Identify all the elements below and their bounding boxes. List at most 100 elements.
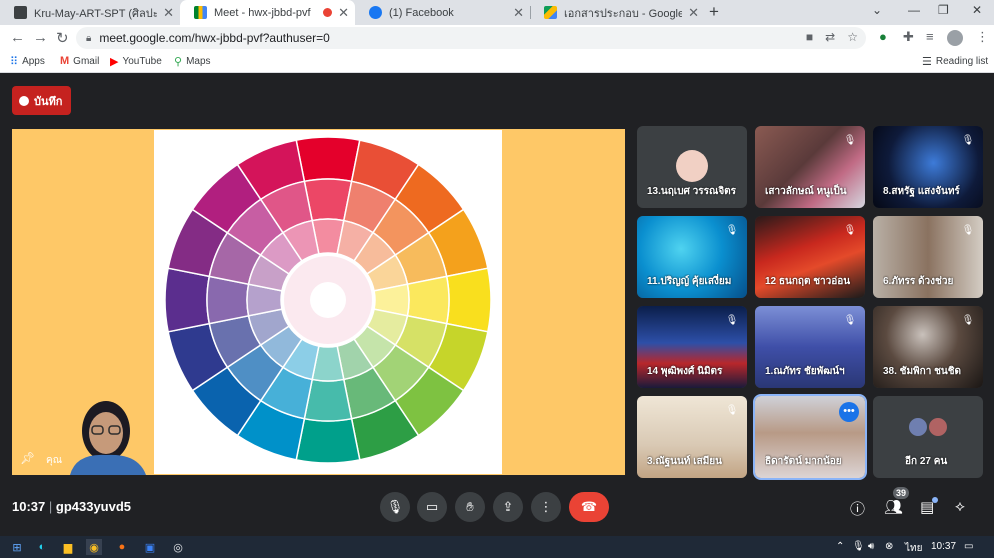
back-icon[interactable]: ← xyxy=(10,29,25,46)
close-icon[interactable]: ✕ xyxy=(338,5,349,21)
obs-icon[interactable]: ◎ xyxy=(170,539,186,555)
file-explorer-icon[interactable]: ▆ xyxy=(60,539,76,555)
tab-kru-may[interactable]: Kru-May-ART-SPT (ศิลปะ-ทัศนศิลป์ ✕ xyxy=(0,0,180,25)
tab-title: เอกสารประกอบ - Google ไดรฟ์ xyxy=(564,7,683,20)
extension-icon[interactable]: ● xyxy=(879,29,887,44)
participant-tile[interactable]: 🎙︎ 1.ณภัทร ชัยพัฒน์ฯ xyxy=(755,306,865,388)
participant-tile[interactable]: 🎙︎ 6.ภัทรร ด้วงช่วย xyxy=(873,216,983,298)
close-icon[interactable]: ✕ xyxy=(163,5,174,21)
present-icon: ⇪ xyxy=(502,499,514,514)
restore-icon[interactable]: ❐ xyxy=(938,3,949,17)
participants-count-badge: 39 xyxy=(893,487,910,499)
raise-hand-button[interactable]: ✋︎ xyxy=(455,492,485,522)
camera-in-use-icon[interactable]: ■ xyxy=(806,30,813,44)
hangup-icon: ☎︎ xyxy=(580,499,598,514)
tab-meet[interactable]: Meet - hwx-jbbd-pvf ✕ xyxy=(180,0,355,25)
tray-chevron-icon[interactable]: ⌃ xyxy=(836,541,844,552)
microphone-button[interactable]: 🎙︎ xyxy=(380,492,410,522)
mic-off-icon: 🎙︎ xyxy=(843,315,857,326)
participant-tile[interactable]: 🎙︎ 3.ณัฐนนท์ เสมียน xyxy=(637,396,747,478)
youtube-icon: ▶ xyxy=(110,56,119,68)
new-tab-button[interactable]: + xyxy=(709,2,719,22)
present-screen-button[interactable]: ⇪ xyxy=(493,492,523,522)
participant-name: 13.นฤเบศ วรรณจิตร xyxy=(647,186,737,197)
leave-call-button[interactable]: ☎︎ xyxy=(569,492,609,522)
bookmark-star-icon[interactable]: ☆ xyxy=(847,30,858,44)
lock-icon[interactable]: 🔒︎ xyxy=(86,33,91,44)
self-video-tile[interactable] xyxy=(56,393,162,475)
tab-strip: Kru-May-ART-SPT (ศิลปะ-ทัศนศิลป์ ✕ Meet … xyxy=(0,0,994,25)
participant-name: เสาวลักษณ์ หนูเป็น xyxy=(765,186,847,197)
self-name-label: คุณ xyxy=(46,455,62,466)
chrome-icon[interactable]: ◉ xyxy=(86,539,102,555)
avatar xyxy=(676,150,708,182)
minimize-icon[interactable]: — xyxy=(908,3,920,17)
participant-tile[interactable]: 🎙︎ 11.ปริญญ์ คุ้ยเสงี่ยม xyxy=(637,216,747,298)
participant-name: 38. ชัมพิกา ชนชิด xyxy=(883,366,962,377)
browser-toolbar: ← → ↻ 🔒︎ meet.google.com/hwx-jbbd-pvf?au… xyxy=(0,25,994,51)
tray-mic-icon[interactable]: 🎙︎ xyxy=(852,541,865,552)
bookmark-maps[interactable]: ⚲ Maps xyxy=(174,55,211,68)
profile-avatar[interactable] xyxy=(947,30,963,46)
close-icon[interactable]: ✕ xyxy=(513,5,524,21)
mic-off-icon: 🎙︎ xyxy=(843,135,857,146)
more-options-icon[interactable]: ••• xyxy=(839,402,859,422)
notifications-icon[interactable]: ▭ xyxy=(964,541,973,552)
participant-tile[interactable]: 🎙︎ 12 ธนกฤต ชาวอ่อน xyxy=(755,216,865,298)
meeting-info: 10:37 | gp433yuvd5 xyxy=(12,499,132,514)
activities-icon[interactable]: ⟡ xyxy=(955,498,965,515)
start-windows-icon[interactable]: ⊞ xyxy=(9,539,25,555)
facebook-icon xyxy=(369,6,382,19)
close-icon[interactable]: ✕ xyxy=(688,5,699,21)
participant-name: 3.ณัฐนนท์ เสมียน xyxy=(647,456,722,467)
participant-tile[interactable]: 🎙︎ 8.สหรัฐ แสงจันทร์ xyxy=(873,126,983,208)
taskbar-clock[interactable]: 10:37 xyxy=(931,541,956,552)
more-participants-label: อีก 27 คน xyxy=(905,456,948,467)
bookmark-apps[interactable]: ⠿ Apps xyxy=(10,55,45,68)
tab-facebook[interactable]: (1) Facebook ✕ xyxy=(355,0,530,25)
puzzle-extensions-icon[interactable]: ✚ xyxy=(903,29,914,45)
color-wheel-image xyxy=(164,136,492,464)
participant-tile[interactable]: 🎙︎ 14 พุฒิพงศ์ นิมิตร xyxy=(637,306,747,388)
presentation-stage[interactable]: 📌︎ คุณ xyxy=(12,129,625,475)
google-drive-icon xyxy=(544,6,557,19)
reading-list[interactable]: ☰ Reading list xyxy=(922,55,988,68)
record-button[interactable]: บันทึก xyxy=(12,86,71,115)
tab-title: Kru-May-ART-SPT (ศิลปะ-ทัศนศิลป์ xyxy=(34,7,158,20)
participant-tile-active-speaker[interactable]: ••• ธิดารัตน์ มากน้อย xyxy=(753,394,867,480)
participant-tile[interactable]: 🎙︎ 38. ชัมพิกา ชนชิด xyxy=(873,306,983,388)
media-control-icon[interactable]: ≡ xyxy=(926,29,934,44)
network-icon[interactable]: ⊗ xyxy=(885,541,893,552)
volume-icon[interactable]: 🔊︎ xyxy=(868,541,874,552)
forward-icon[interactable]: → xyxy=(33,29,48,46)
tab-google-drive[interactable]: เอกสารประกอบ - Google ไดรฟ์ ✕ xyxy=(530,0,705,25)
meeting-details-icon[interactable]: ⓘ xyxy=(850,498,865,519)
more-options-button[interactable]: ⋮ xyxy=(531,492,561,522)
bookmark-youtube[interactable]: ▶ YouTube xyxy=(110,55,162,68)
windows-taskbar: ⊞ ◐ ▆ ◉ ● ▣ ◎ ⌃ 🎙︎ 🔊︎ ⊗ ไทย 10:37 ▭ xyxy=(0,536,994,558)
language-indicator[interactable]: ไทย xyxy=(905,541,922,556)
mic-off-icon: 🎙︎ xyxy=(961,225,975,236)
mic-off-icon: 🎙︎ xyxy=(843,225,857,236)
translate-icon[interactable]: ⇄ xyxy=(825,30,835,44)
reload-icon[interactable]: ↻ xyxy=(56,29,69,47)
participant-name: ธิดารัตน์ มากน้อย xyxy=(765,456,842,467)
edge-icon[interactable]: ◐ xyxy=(34,539,50,555)
camera-button[interactable]: ▭ xyxy=(417,492,447,522)
maps-pin-icon: ⚲ xyxy=(174,56,183,68)
participant-tile[interactable]: 🎙︎ เสาวลักษณ์ หนูเป็น xyxy=(755,126,865,208)
outlook-icon[interactable]: ▣ xyxy=(142,539,158,555)
menu-kebab-icon[interactable]: ⋮ xyxy=(976,29,989,45)
participant-tile[interactable]: 13.นฤเบศ วรรณจิตร xyxy=(637,126,747,208)
powerpoint-icon[interactable]: ● xyxy=(114,539,130,555)
close-window-icon[interactable]: ✕ xyxy=(972,3,982,17)
people-icon[interactable]: 👥︎ xyxy=(884,498,903,516)
bookmark-gmail[interactable]: M Gmail xyxy=(60,55,99,67)
address-bar[interactable]: 🔒︎ meet.google.com/hwx-jbbd-pvf?authuser… xyxy=(76,27,866,49)
color-wheel-core xyxy=(310,282,346,318)
pin-icon[interactable]: 📌︎ xyxy=(20,451,35,465)
participant-name: 11.ปริญญ์ คุ้ยเสงี่ยม xyxy=(647,276,732,287)
mic-off-icon: 🎙︎ xyxy=(725,405,739,416)
more-participants-tile[interactable]: อีก 27 คน xyxy=(873,396,983,478)
tab-search-icon[interactable]: ⌄ xyxy=(872,3,882,17)
